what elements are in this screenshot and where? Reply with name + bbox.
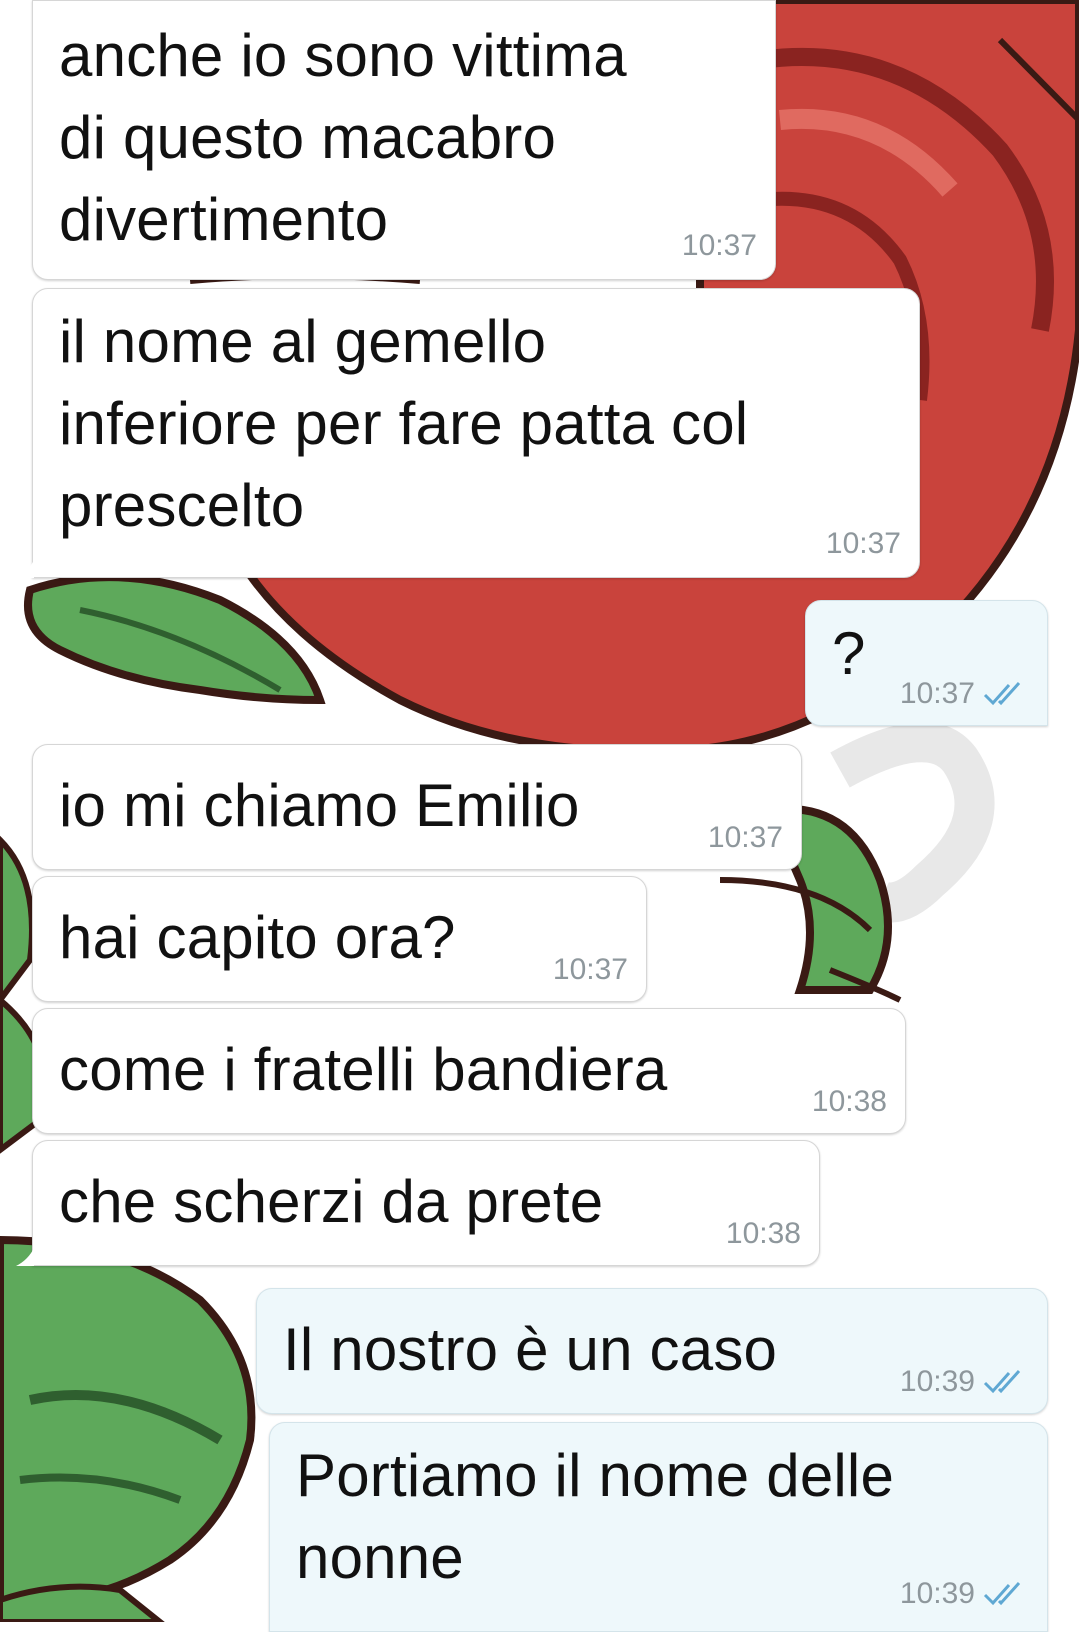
- message-time: 10:37: [707, 821, 783, 854]
- outgoing-message-bubble[interactable]: Il nostro è un caso 10:39: [256, 1288, 1048, 1414]
- message-meta: 10:38: [726, 1217, 801, 1251]
- message-text: il nome al gemello inferiore per fare pa…: [59, 308, 749, 539]
- incoming-message-bubble[interactable]: hai capito ora? 10:37: [32, 876, 647, 1002]
- message-text: hai capito ora?: [59, 904, 456, 971]
- message-text: Il nostro è un caso: [283, 1316, 778, 1383]
- message-time: 10:37: [825, 527, 901, 560]
- message-time: 10:37: [681, 229, 757, 262]
- outgoing-message-bubble[interactable]: Portiamo il nome delle nonne 10:39: [269, 1422, 1048, 1632]
- message-time: 10:37: [552, 953, 628, 986]
- message-time: 10:39: [899, 1365, 975, 1398]
- message-meta: 10:38: [812, 1085, 887, 1119]
- bubble-tail: [16, 1248, 34, 1266]
- outgoing-message-bubble[interactable]: ? 10:37: [805, 600, 1048, 726]
- incoming-message-bubble[interactable]: il nome al gemello inferiore per fare pa…: [32, 288, 920, 578]
- message-text: come i fratelli bandiera: [59, 1036, 668, 1103]
- message-text: anche io sono vittima di questo macabro …: [59, 22, 627, 253]
- incoming-message-bubble[interactable]: come i fratelli bandiera 10:38: [32, 1008, 906, 1134]
- message-text: ?: [832, 620, 866, 687]
- message-text: Portiamo il nome delle nonne: [296, 1442, 895, 1591]
- message-meta: 10:39: [900, 1365, 1029, 1399]
- message-text: io mi chiamo Emilio: [59, 772, 580, 839]
- message-meta: 10:37: [708, 821, 783, 855]
- double-check-icon: [983, 1369, 1021, 1394]
- message-meta: 10:37: [900, 677, 1029, 711]
- message-meta: 10:37: [826, 527, 901, 561]
- message-text: che scherzi da prete: [59, 1168, 604, 1235]
- chat-message-list[interactable]: anche io sono vittima di questo macabro …: [0, 0, 1079, 1632]
- message-time: 10:37: [899, 677, 975, 710]
- bubble-tail: [16, 560, 34, 578]
- message-time: 10:38: [725, 1217, 801, 1250]
- message-meta: 10:37: [682, 229, 757, 263]
- incoming-message-bubble[interactable]: che scherzi da prete 10:38: [32, 1140, 820, 1266]
- message-time: 10:38: [811, 1085, 887, 1118]
- message-time: 10:39: [899, 1577, 975, 1610]
- double-check-icon: [983, 1581, 1021, 1606]
- double-check-icon: [983, 681, 1021, 706]
- message-meta: 10:37: [553, 953, 628, 987]
- message-meta: 10:39: [900, 1577, 1029, 1611]
- incoming-message-bubble[interactable]: anche io sono vittima di questo macabro …: [32, 0, 776, 280]
- incoming-message-bubble[interactable]: io mi chiamo Emilio 10:37: [32, 744, 802, 870]
